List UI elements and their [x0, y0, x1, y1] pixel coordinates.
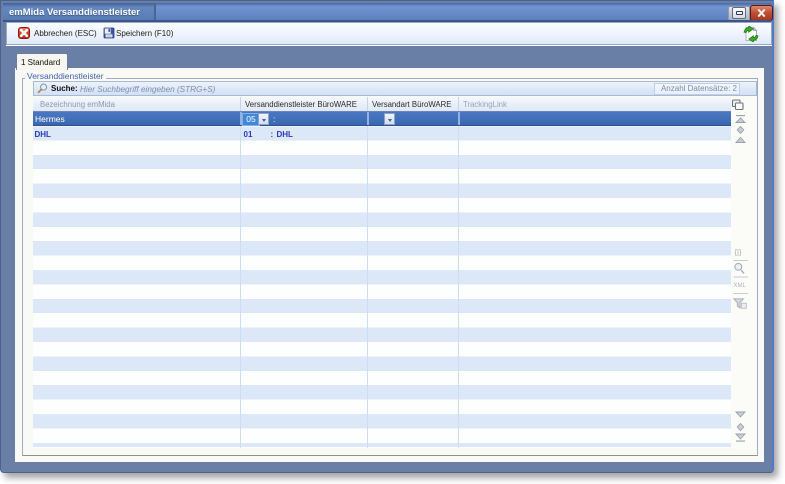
- svg-text:{|}: {|}: [735, 248, 742, 257]
- svg-text:XML: XML: [734, 283, 747, 289]
